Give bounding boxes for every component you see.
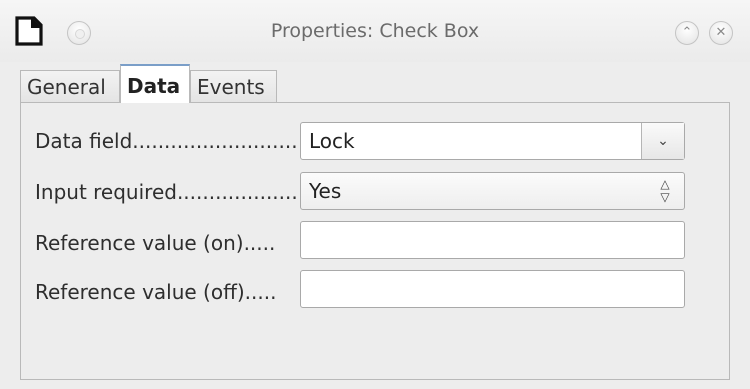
- window-title: Properties: Check Box: [270, 20, 480, 42]
- close-button[interactable]: ✕: [709, 21, 733, 45]
- data-field-label: Data field..........................: [35, 129, 298, 153]
- chevron-up-icon: ⌃: [681, 25, 693, 40]
- data-field-dropdown-button[interactable]: ⌄: [641, 123, 684, 159]
- chevron-down-icon: ⌄: [657, 133, 669, 149]
- close-icon: ✕: [715, 25, 727, 40]
- properties-dialog: Properties: Check Box ⌃ ✕ General Data E…: [0, 0, 750, 389]
- data-field-combobox[interactable]: Lock ⌄: [300, 122, 685, 160]
- title-bar[interactable]: Properties: Check Box ⌃ ✕: [0, 0, 750, 62]
- input-required-value: Yes: [309, 179, 342, 203]
- reference-on-input[interactable]: [300, 221, 685, 259]
- input-required-label: Input required...................: [35, 180, 298, 204]
- tab-general[interactable]: General: [20, 70, 120, 102]
- reference-off-input[interactable]: [300, 270, 685, 308]
- input-required-select[interactable]: Yes △ ▽: [300, 172, 685, 210]
- reference-off-label: Reference value (off).....: [35, 280, 277, 304]
- data-field-value: Lock: [309, 129, 355, 153]
- spin-up-down-icon[interactable]: △ ▽: [654, 173, 676, 209]
- tab-events[interactable]: Events: [190, 70, 277, 102]
- reference-on-label: Reference value (on).....: [35, 231, 276, 255]
- maximize-button[interactable]: ⌃: [675, 21, 699, 45]
- tab-data[interactable]: Data: [120, 64, 190, 103]
- data-tab-panel: Data field.......................... Loc…: [20, 102, 730, 380]
